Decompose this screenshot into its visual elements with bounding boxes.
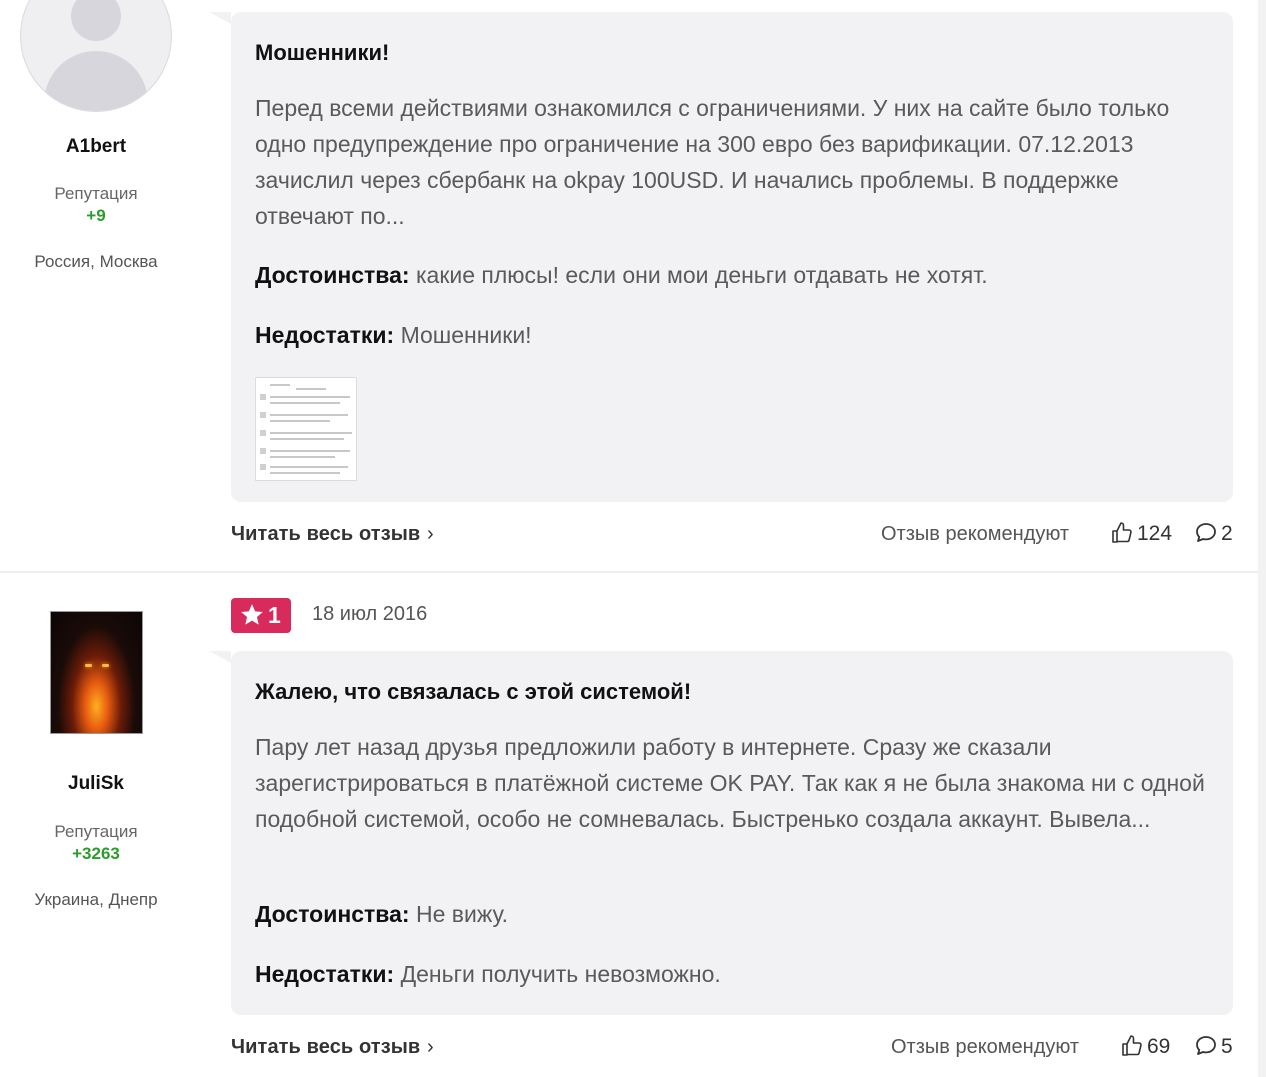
cons-text: Мошенники!	[400, 322, 532, 348]
thumbs-up-icon[interactable]	[1110, 521, 1134, 545]
reputation-label: Репутация	[54, 184, 138, 203]
cons-text: Деньги получить невозможно.	[400, 961, 721, 987]
review-text: Пару лет назад друзья предложили работу …	[255, 734, 1205, 832]
cons-label: Недостатки:	[255, 322, 395, 348]
rating-value: 1	[268, 602, 281, 628]
review-pros: Достоинства: Не вижу.	[255, 901, 508, 928]
review-footer: Читать весь отзыв › Отзыв рекомендуют 69…	[231, 1033, 1233, 1063]
review-footer: Читать весь отзыв › Отзыв рекомендуют 12…	[231, 520, 1233, 550]
review-cons: Недостатки: Мошенники!	[255, 322, 532, 349]
chevron-right-icon[interactable]: ›	[427, 1036, 434, 1059]
like-count: 69	[1147, 1035, 1171, 1058]
reputation-value: +9	[86, 206, 106, 225]
default-avatar-icon[interactable]	[20, 0, 172, 112]
review-date: 18 июл 2016	[312, 603, 428, 625]
review-item: 1 18 июл 2016 JuliSk Репутация +3263 Укр…	[0, 573, 1258, 1077]
comment-count: 2	[1221, 522, 1233, 545]
read-full-review-link[interactable]: Читать весь отзыв	[231, 1036, 420, 1059]
author-location: Россия, Москва	[34, 252, 158, 271]
review-author: JuliSk Репутация +3263 Украина, Днепр	[0, 573, 192, 933]
review-image-thumbnail[interactable]	[255, 377, 357, 481]
pros-text: какие плюсы! если они мои деньги отдават…	[415, 262, 988, 288]
reputation-label: Репутация	[54, 822, 138, 841]
comment-icon[interactable]	[1194, 1034, 1218, 1058]
review-pros: Достоинства: какие плюсы! если они мои д…	[255, 262, 988, 289]
author-location: Украина, Днепр	[34, 890, 158, 909]
pros-label: Достоинства:	[255, 262, 410, 288]
review-text: Перед всеми действиями ознакомился с огр…	[255, 95, 1170, 229]
author-name[interactable]: A1bert	[0, 136, 192, 158]
author-name[interactable]: JuliSk	[0, 773, 192, 795]
reputation-value: +3263	[72, 844, 120, 863]
recommend-label: Отзыв рекомендуют	[881, 523, 1070, 545]
comment-count: 5	[1221, 1035, 1233, 1058]
review-cons: Недостатки: Деньги получить невозможно.	[255, 961, 721, 988]
thumbs-up-icon[interactable]	[1120, 1034, 1144, 1058]
review-title[interactable]: Мошенники!	[255, 40, 389, 66]
chevron-right-icon[interactable]: ›	[427, 523, 434, 546]
like-count: 124	[1137, 522, 1173, 545]
cons-label: Недостатки:	[255, 961, 395, 987]
page-scroll-edge	[1258, 0, 1266, 1077]
read-full-review-link[interactable]: Читать весь отзыв	[231, 523, 420, 546]
review-card: Жалею, что связалась с этой системой! Па…	[209, 651, 1233, 1015]
recommend-label: Отзыв рекомендуют	[891, 1036, 1080, 1058]
user-avatar[interactable]	[50, 611, 143, 734]
comment-icon[interactable]	[1194, 521, 1218, 545]
rating-badge: 1	[231, 598, 291, 633]
review-title[interactable]: Жалею, что связалась с этой системой!	[255, 679, 691, 705]
pros-label: Достоинства:	[255, 901, 410, 927]
star-icon	[241, 604, 263, 625]
review-card: Мошенники! Перед всеми действиями ознако…	[209, 12, 1233, 502]
pros-text: Не вижу.	[415, 901, 509, 927]
review-author: A1bert Репутация +9 Россия, Москва	[0, 0, 192, 300]
review-item: A1bert Репутация +9 Россия, Москва Мошен…	[0, 0, 1258, 572]
